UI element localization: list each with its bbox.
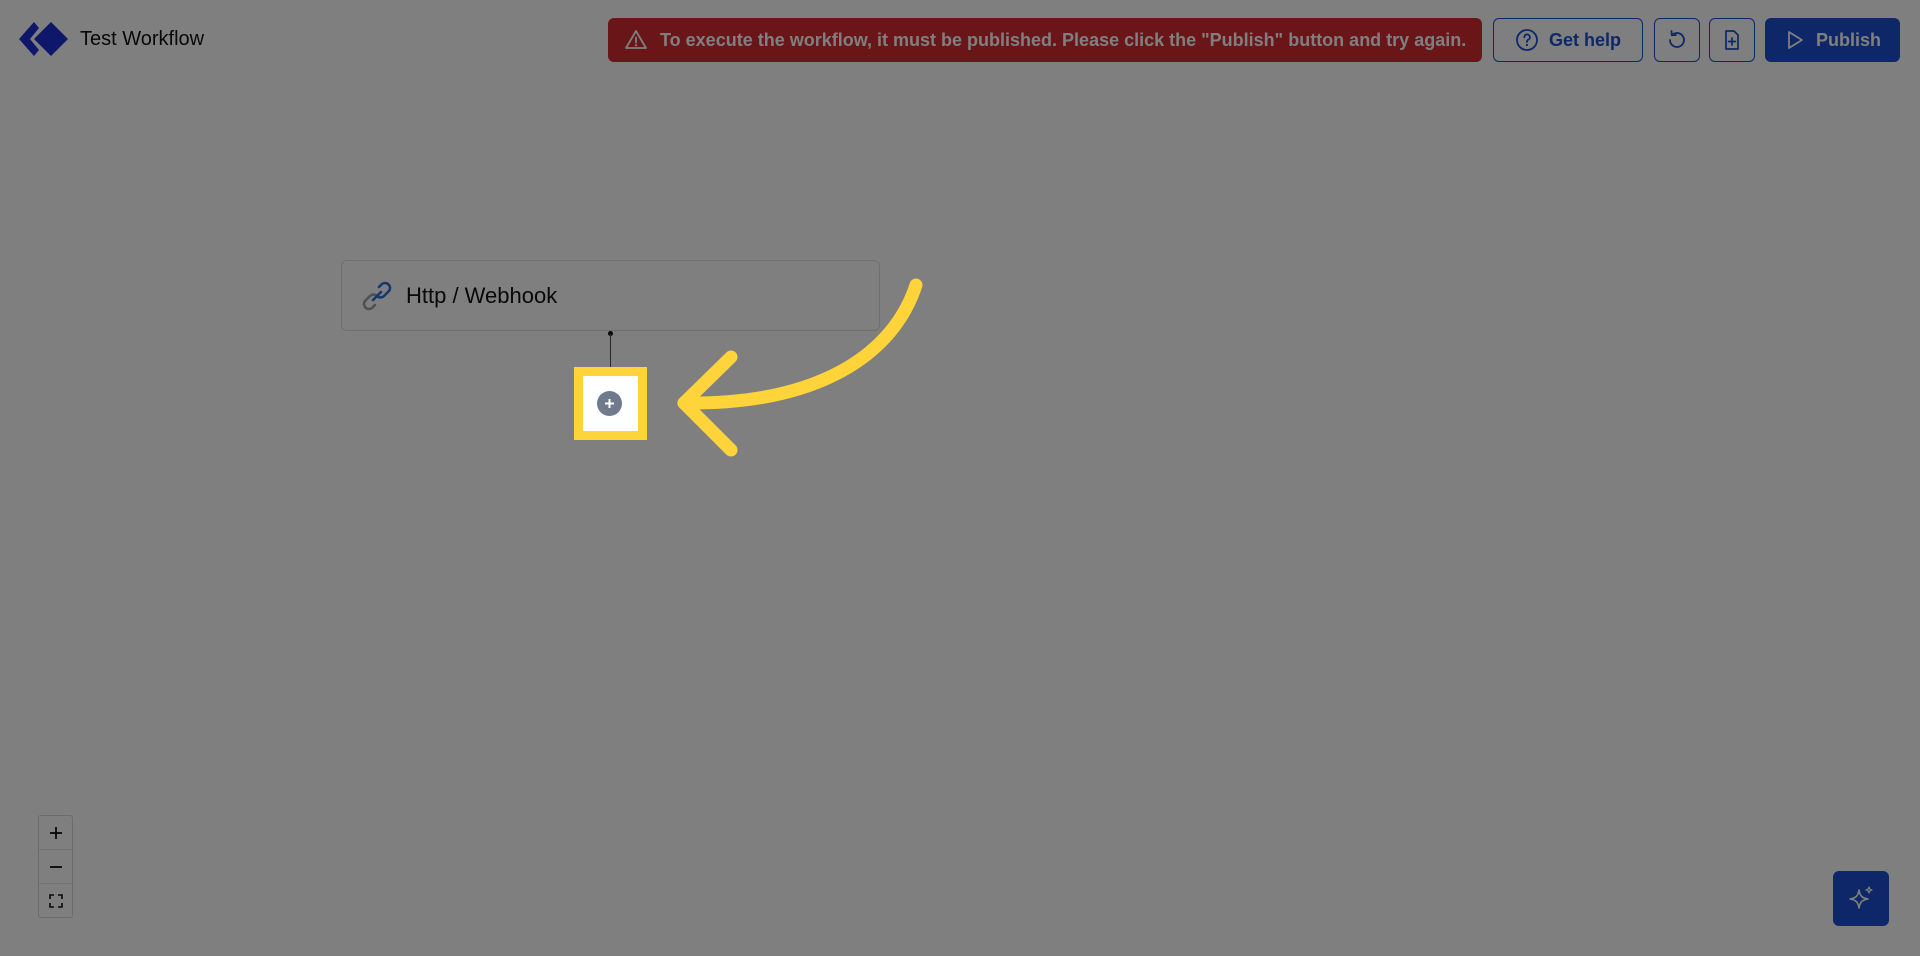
node-label: Http / Webhook — [406, 282, 558, 308]
publish-label: Publish — [1815, 29, 1881, 50]
app-logo[interactable] — [19, 22, 69, 56]
tutorial-arrow — [677, 278, 923, 457]
dim-overlay — [0, 0, 1920, 956]
workflow-editor: Test Workflow To execute the workflow, i… — [0, 0, 1920, 956]
play-icon — [1788, 31, 1803, 49]
publish-button[interactable]: Publish — [1765, 18, 1900, 62]
zoom-out-button[interactable] — [39, 850, 72, 884]
fit-view-button[interactable] — [39, 884, 72, 917]
add-step-button[interactable] — [597, 391, 622, 416]
history-icon — [1669, 30, 1685, 48]
get-help-button[interactable]: Get help — [1493, 18, 1643, 62]
error-message: To execute the workflow, it must be publ… — [660, 29, 1467, 50]
file-button[interactable] — [1709, 18, 1755, 62]
ai-assistant-button[interactable] — [1833, 871, 1889, 926]
zoom-in-button[interactable] — [39, 816, 72, 850]
plus-icon — [49, 826, 62, 839]
question-circle-icon — [1516, 29, 1538, 51]
top-bar: Test Workflow To execute the workflow, i… — [0, 0, 1920, 80]
warning-triangle-icon — [625, 30, 647, 49]
link-icon — [362, 281, 392, 310]
history-button[interactable] — [1654, 18, 1700, 62]
workflow-title[interactable]: Test Workflow — [80, 28, 204, 51]
error-banner: To execute the workflow, it must be publ… — [608, 18, 1482, 62]
fit-view-icon — [48, 893, 63, 908]
zoom-controls — [38, 815, 73, 918]
get-help-label: Get help — [1548, 29, 1621, 50]
file-add-icon — [1725, 30, 1739, 50]
plus-icon — [605, 399, 614, 408]
sparkles-icon — [1849, 885, 1873, 909]
minus-icon — [49, 865, 62, 868]
